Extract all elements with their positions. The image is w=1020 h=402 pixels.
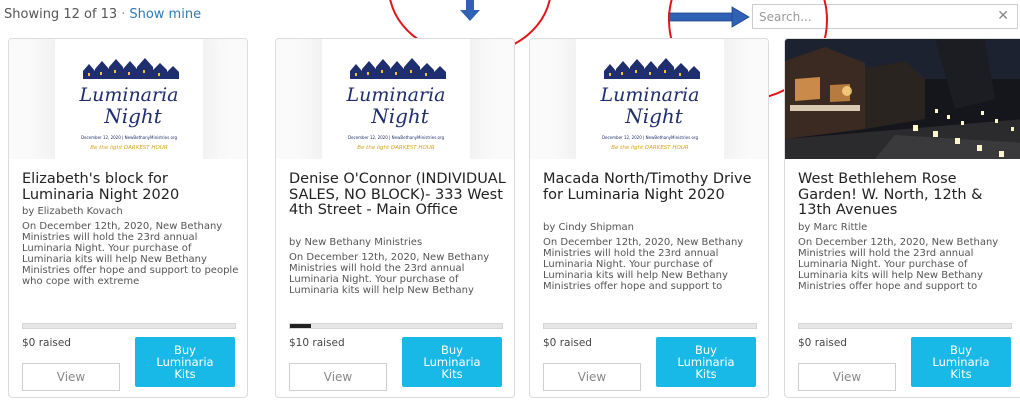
- amount-raised: $0 raised: [798, 337, 847, 349]
- logo-date-line: December 12, 2020 | NewBethanyMinistries…: [348, 135, 445, 140]
- card-description: On December 12th, 2020, New Bethany Mini…: [798, 236, 999, 292]
- amount-raised: $0 raised: [22, 337, 71, 349]
- logo-tile: Luminaria Night December 12, 2020 | NewB…: [55, 39, 203, 159]
- houses-icon: [83, 58, 179, 79]
- luminaria-night-logo: Luminaria Night December 12, 2020 | NewB…: [346, 58, 446, 151]
- street-luminaria-photo: [785, 39, 1020, 159]
- results-count-text: Showing 12 of 13: [4, 7, 118, 22]
- logo-text-night: Night: [103, 104, 163, 128]
- houses-icon: [604, 58, 700, 79]
- luminaria-bag: [935, 109, 938, 113]
- card-author: by Marc Rittle: [798, 221, 868, 233]
- luminaria-bag: [977, 145, 982, 151]
- logo-date-line: December 12, 2020 | NewBethanyMinistries…: [81, 135, 178, 140]
- logo-tagline: Be the light DARKEST HOUR: [90, 145, 168, 151]
- luminaria-bag: [955, 138, 960, 144]
- logo-text-night: Night: [370, 104, 430, 128]
- luminaria-bag: [1011, 127, 1014, 131]
- card-author: by New Bethany Ministries: [289, 237, 423, 248]
- luminaria-bag: [981, 111, 984, 115]
- progress-fill: [290, 324, 312, 328]
- progress-bar: [22, 323, 236, 329]
- show-mine-link[interactable]: Show mine: [129, 7, 201, 22]
- card-title[interactable]: West Bethlehem Rose Garden! W. North, 12…: [798, 171, 1020, 219]
- progress-bar: [289, 323, 503, 329]
- card-author: by Cindy Shipman: [543, 221, 635, 233]
- buy-luminaria-kits-button[interactable]: Buy Luminaria Kits: [402, 337, 502, 387]
- progress-bar: [543, 323, 757, 329]
- buy-luminaria-kits-button[interactable]: Buy Luminaria Kits: [911, 337, 1011, 387]
- logo-text-night: Night: [624, 104, 684, 128]
- search-input[interactable]: [753, 5, 983, 28]
- view-button[interactable]: View: [22, 363, 120, 391]
- buy-luminaria-kits-button[interactable]: Buy Luminaria Kits: [135, 337, 235, 387]
- amount-raised: $0 raised: [543, 337, 592, 349]
- houses-icon: [350, 58, 446, 79]
- card-title[interactable]: Macada North/Timothy Drive for Luminaria…: [543, 171, 765, 203]
- logo-text-luminaria: Luminaria: [79, 84, 179, 106]
- card-image[interactable]: Luminaria Night December 12, 2020 | NewB…: [9, 39, 247, 159]
- logo-tagline: Be the light DARKEST HOUR: [357, 145, 435, 151]
- logo-text-luminaria: Luminaria: [600, 84, 700, 106]
- fundraiser-card: West Bethlehem Rose Garden! W. North, 12…: [784, 38, 1020, 398]
- card-image[interactable]: Luminaria Night December 12, 2020 | NewB…: [276, 39, 514, 159]
- buy-luminaria-kits-button[interactable]: Buy Luminaria Kits: [656, 337, 756, 387]
- card-description: On December 12th, 2020, New Bethany Mini…: [289, 252, 490, 296]
- logo-date-line: December 12, 2020 | NewBethanyMinistries…: [602, 135, 699, 140]
- card-description: On December 12th, 2020, New Bethany Mini…: [22, 221, 239, 287]
- view-button[interactable]: View: [798, 363, 896, 391]
- luminaria-bag: [913, 125, 918, 131]
- luminaria-bag: [961, 121, 964, 125]
- fundraiser-card: Luminaria Night December 12, 2020 | NewB…: [8, 38, 248, 398]
- view-button[interactable]: View: [289, 363, 387, 391]
- fundraiser-card: Luminaria Night December 12, 2020 | NewB…: [275, 38, 515, 398]
- card-image[interactable]: Luminaria Night December 12, 2020 | NewB…: [530, 39, 768, 159]
- card-image[interactable]: [785, 39, 1020, 159]
- logo-text-luminaria: Luminaria: [346, 84, 446, 106]
- results-toolbar: Showing 12 of 13·Show mine ✕: [0, 0, 1020, 34]
- card-title[interactable]: Denise O'Connor (INDIVIDUAL SALES, NO BL…: [289, 171, 511, 219]
- luminaria-bag: [933, 131, 938, 137]
- separator: ·: [121, 7, 126, 22]
- search-box: ✕: [752, 4, 1018, 29]
- card-description: On December 12th, 2020, New Bethany Mini…: [543, 236, 744, 292]
- view-button[interactable]: View: [543, 363, 641, 391]
- logo-tile: Luminaria Night December 12, 2020 | NewB…: [576, 39, 724, 159]
- annotation-arrow-right-icon: [668, 6, 750, 28]
- luminaria-bag: [947, 115, 950, 119]
- clear-search-icon[interactable]: ✕: [997, 8, 1009, 24]
- luminaria-night-logo: Luminaria Night December 12, 2020 | NewB…: [79, 58, 179, 151]
- progress-bar: [798, 323, 1012, 329]
- amount-raised: $10 raised: [289, 337, 345, 349]
- luminaria-night-logo: Luminaria Night December 12, 2020 | NewB…: [600, 58, 700, 151]
- results-count: Showing 12 of 13 · Show mine: [4, 7, 201, 22]
- logo-tagline: Be the light DARKEST HOUR: [611, 145, 689, 151]
- logo-tile: Luminaria Night December 12, 2020 | NewB…: [322, 39, 470, 159]
- annotation-arrow-down-icon: [460, 0, 480, 21]
- card-title[interactable]: Elizabeth's block for Luminaria Night 20…: [22, 171, 244, 203]
- fundraiser-card: Luminaria Night December 12, 2020 | NewB…: [529, 38, 769, 398]
- card-author: by Elizabeth Kovach: [22, 206, 123, 217]
- luminaria-bag: [995, 119, 998, 123]
- luminaria-bag: [999, 151, 1004, 157]
- porch-light: [842, 86, 852, 96]
